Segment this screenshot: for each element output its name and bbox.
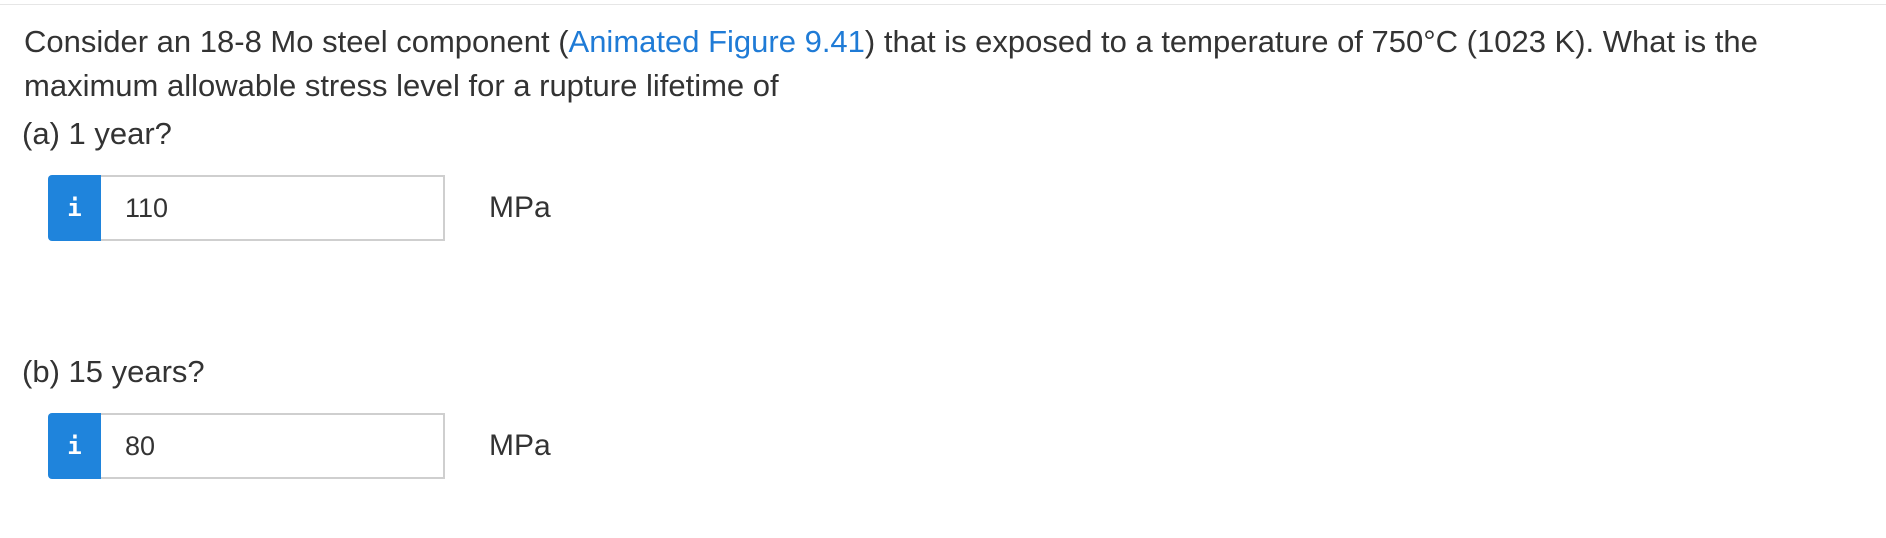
info-icon: i bbox=[67, 194, 82, 222]
question-text-start: Consider an 18-8 Mo steel component ( bbox=[24, 24, 569, 59]
part-b-label: (b) 15 years? bbox=[22, 354, 205, 389]
animated-figure-link[interactable]: Animated Figure 9.41 bbox=[569, 24, 865, 59]
part-b-info-button[interactable]: i bbox=[48, 413, 101, 479]
part-b-unit: MPa bbox=[489, 429, 551, 462]
part-a-answer-input[interactable] bbox=[101, 175, 445, 241]
part-b-answer-input[interactable] bbox=[101, 413, 445, 479]
part-a-unit: MPa bbox=[489, 191, 551, 224]
part-b-answer-row: i bbox=[48, 413, 445, 479]
part-a-label: (a) 1 year? bbox=[22, 116, 172, 151]
info-icon: i bbox=[67, 432, 82, 460]
question-text: Consider an 18-8 Mo steel component (Ani… bbox=[24, 20, 1854, 108]
part-a-info-button[interactable]: i bbox=[48, 175, 101, 241]
top-divider bbox=[0, 4, 1886, 5]
part-a-answer-row: i bbox=[48, 175, 445, 241]
